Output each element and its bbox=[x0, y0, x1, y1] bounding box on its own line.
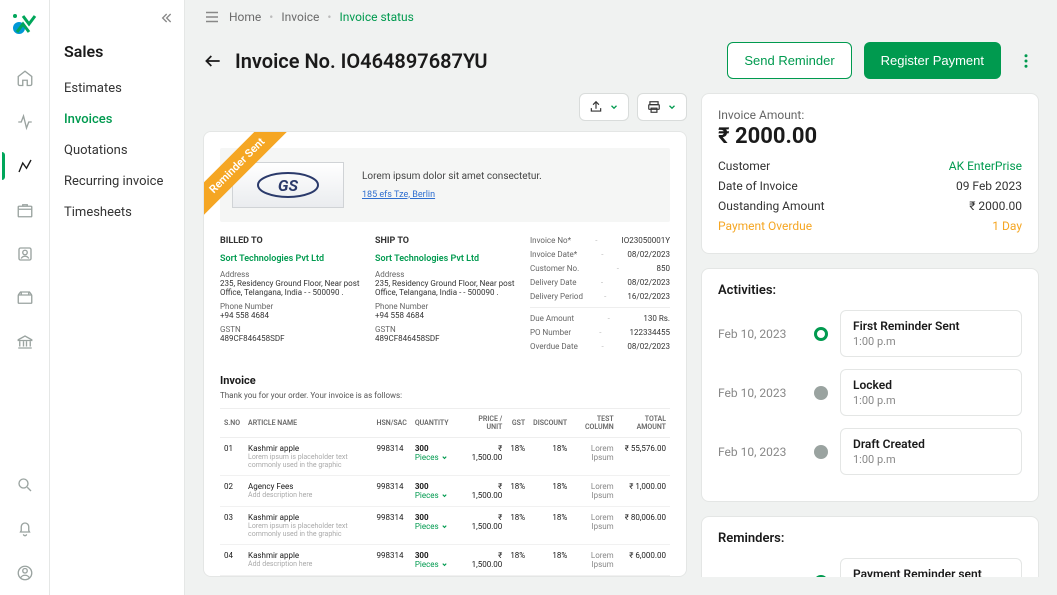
line-items-table: S.NOARTICLE NAMEHSN/SACQUANTITYPRICE / U… bbox=[220, 408, 670, 577]
more-options-icon[interactable] bbox=[1013, 48, 1039, 74]
table-row: 01Kashmir appleLorem ipsum is placeholde… bbox=[220, 438, 670, 476]
table-row: 05Kashmir apple998314300 Pieces ₹ 1,500.… bbox=[220, 576, 670, 578]
amount-label: Invoice Amount: bbox=[718, 108, 1022, 122]
chevron-down-icon bbox=[667, 102, 677, 112]
activity-item: Feb 10, 2023First Reminder Sent1:00 p.m bbox=[718, 310, 1022, 357]
print-icon bbox=[647, 100, 661, 114]
send-reminder-button[interactable]: Send Reminder bbox=[727, 42, 851, 79]
invoice-body-title: Invoice bbox=[220, 374, 670, 387]
nav-contacts-icon[interactable] bbox=[2, 232, 48, 276]
invoice-meta: Invoice No*-IO23050001YInvoice Date*-08/… bbox=[530, 236, 670, 356]
menu-icon[interactable] bbox=[203, 8, 221, 26]
register-payment-button[interactable]: Register Payment bbox=[864, 42, 1001, 79]
reminders-card: Reminders: Feb 10, 2023Payment Reminder … bbox=[701, 516, 1039, 577]
nav-home-icon[interactable] bbox=[2, 56, 48, 100]
nav-wallet-icon[interactable] bbox=[2, 276, 48, 320]
breadcrumb-current: Invoice status bbox=[339, 10, 413, 24]
billed-to-section: BILLED TO Sort Technologies Pvt Ltd Addr… bbox=[220, 236, 365, 356]
reminders-title: Reminders: bbox=[718, 531, 1022, 546]
table-row: 03Kashmir appleLorem ipsum is placeholde… bbox=[220, 507, 670, 545]
activity-item: Feb 10, 2023Locked1:00 p.m bbox=[718, 369, 1022, 416]
nav-bank-icon[interactable] bbox=[2, 320, 48, 364]
sidebar-item-timesheets[interactable]: Timesheets bbox=[50, 197, 184, 228]
activities-card: Activities: Feb 10, 2023First Reminder S… bbox=[701, 268, 1039, 502]
share-icon bbox=[589, 100, 603, 114]
nav-notifications-icon[interactable] bbox=[2, 507, 48, 551]
main-panel: Home • Invoice • Invoice status Invoice … bbox=[185, 0, 1057, 595]
activity-item: Feb 10, 2023Payment Reminder sent1:00 p.… bbox=[718, 558, 1022, 577]
nav-rail bbox=[0, 0, 50, 595]
nav-profile-icon[interactable] bbox=[2, 551, 48, 595]
invoice-header-text: Lorem ipsum dolor sit amet consectetur. bbox=[362, 171, 542, 182]
nav-sales-icon[interactable] bbox=[2, 144, 48, 188]
app-logo bbox=[10, 10, 40, 38]
amount-value: ₹ 2000.00 bbox=[718, 124, 1022, 149]
nav-package-icon[interactable] bbox=[2, 188, 48, 232]
sidebar-item-estimates[interactable]: Estimates bbox=[50, 73, 184, 104]
company-logo-placeholder: GS bbox=[232, 162, 344, 208]
sidebar-title: Sales bbox=[50, 40, 184, 73]
table-row: 02Agency FeesAdd description here9983143… bbox=[220, 476, 670, 507]
back-icon[interactable] bbox=[203, 51, 223, 71]
ship-to-section: SHIP TO Sort Technologies Pvt Ltd Addres… bbox=[375, 236, 520, 356]
print-button[interactable] bbox=[637, 93, 687, 121]
nav-search-icon[interactable] bbox=[2, 463, 48, 507]
sidebar-item-recurring-invoice[interactable]: Recurring invoice bbox=[50, 166, 184, 197]
chevron-down-icon bbox=[609, 102, 619, 112]
breadcrumb-home[interactable]: Home bbox=[229, 10, 261, 24]
invoice-preview: Reminder Sent GS Lorem ipsum dolor sit a… bbox=[203, 131, 687, 577]
collapse-sidebar-icon[interactable] bbox=[50, 10, 184, 40]
breadcrumb-invoice[interactable]: Invoice bbox=[281, 10, 319, 24]
invoice-summary-card: Invoice Amount: ₹ 2000.00 CustomerAK Ent… bbox=[701, 93, 1039, 254]
page-title: Invoice No. IO464897687YU bbox=[235, 49, 715, 73]
svg-text:GS: GS bbox=[278, 176, 299, 195]
nav-activity-icon[interactable] bbox=[2, 100, 48, 144]
sidebar-item-quotations[interactable]: Quotations bbox=[50, 135, 184, 166]
breadcrumb: Home • Invoice • Invoice status bbox=[185, 0, 1057, 34]
invoice-body-sub: Thank you for your order. Your invoice i… bbox=[220, 391, 670, 400]
sidebar: Sales EstimatesInvoicesQuotationsRecurri… bbox=[50, 0, 185, 595]
activity-item: Feb 10, 2023Draft Created1:00 p.m bbox=[718, 428, 1022, 475]
activities-title: Activities: bbox=[718, 283, 1022, 298]
table-row: 04Kashmir appleAdd description here99831… bbox=[220, 545, 670, 576]
sidebar-item-invoices[interactable]: Invoices bbox=[50, 104, 184, 135]
invoice-header-link[interactable]: 185 efs Tze, Berlin bbox=[362, 190, 542, 200]
share-button[interactable] bbox=[579, 93, 629, 121]
